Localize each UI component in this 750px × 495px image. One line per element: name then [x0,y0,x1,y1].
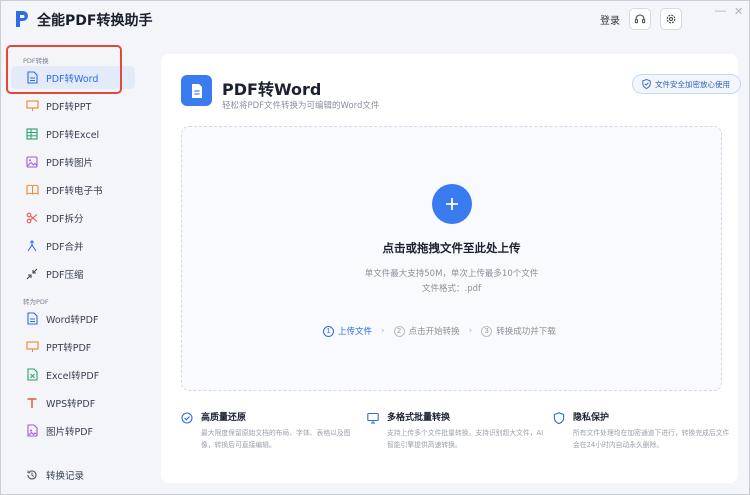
shield-icon [642,79,651,89]
sidebar-item-excel-to-pdf[interactable]: Excel转PDF [11,363,135,386]
security-badge-label: 文件安全加密放心使用 [655,79,730,89]
excel-icon [25,368,39,382]
sidebar-item-label: WPS转PDF [46,398,96,410]
sidebar-item-label: PDF转电子书 [46,185,103,197]
gear-icon [666,14,676,24]
step-convert: 2 点击开始转换 [393,325,460,337]
page-title: PDF转Word [222,80,322,99]
page-subtitle: 轻松将PDF文件转换为可编辑的Word文件 [222,101,380,111]
drop-zone-limit-text: 单文件最大支持50M，单次上传最多10个文件 [364,269,539,279]
feature-title: 隐私保护 [573,413,610,423]
step-number: 2 [393,325,405,337]
title-bar: 全能PDF转换助手 登录 — ✕ [1,1,749,37]
sidebar-item-label: PDF转PPT [46,101,92,113]
step-number: 1 [323,325,334,337]
app-title: 全能PDF转换助手 [37,13,153,29]
sidebar-item-pdf-merge[interactable]: PDF合并 [11,234,135,257]
sidebar-item-label: PPT转PDF [46,342,92,354]
headset-icon [634,14,646,24]
sidebar-item-label: 转换记录 [46,470,85,482]
feature-description: 最大限度保留原始文档的布局、字体、表格以及图像，转换后可直接编辑。 [201,429,351,449]
sidebar-item-pdf-to-ppt[interactable]: PDF转PPT [11,94,135,117]
sidebar-item-label: Word转PDF [46,314,99,326]
step-label: 点击开始转换 [408,327,460,337]
feature-title: 高质量还原 [201,413,247,423]
ppt-icon [25,340,39,354]
book-icon [25,183,39,197]
sidebar-item-pdf-to-excel[interactable]: PDF转Excel [11,122,135,145]
step-label: 上传文件 [338,327,373,337]
feature-list: 高质量还原 最大限度保留原始文档的布局、字体、表格以及图像，转换后可直接编辑。 … [181,410,729,470]
sidebar-item-history[interactable]: 转换记录 [11,463,135,486]
feature-description: 所有文件处理均在加密通道下进行，转换完成后文件会在24小时内自动永久删除。 [573,429,730,449]
sidebar-item-pdf-to-image[interactable]: PDF转图片 [11,150,135,173]
step-number: 3 [481,325,493,337]
image-icon [25,155,39,169]
sidebar-item-ppt-to-pdf[interactable]: PPT转PDF [11,335,135,358]
close-icon[interactable]: ✕ [734,5,743,18]
sidebar-item-label: PDF拆分 [46,213,84,225]
step-label: 转换成功并下载 [496,327,556,337]
app-window: 全能PDF转换助手 登录 — ✕ PDF转换 PDF转Word PDF转PPT … [0,0,750,495]
support-button[interactable] [629,8,651,30]
sidebar-item-label: 图片转PDF [46,426,94,438]
sidebar: PDF转换 PDF转Word PDF转PPT PDF转Excel PDF转图片 [1,37,151,495]
image-pdf-icon [25,424,39,438]
history-icon [25,468,39,482]
section-label-to-pdf: 转为PDF [23,298,49,306]
main-panel: PDF转Word 轻松将PDF文件转换为可编辑的Word文件 文件安全加密放心使… [161,54,741,483]
compress-icon [25,267,39,281]
check-circle-icon [181,412,193,424]
sidebar-item-label: Excel转PDF [46,370,100,382]
sidebar-item-pdf-split[interactable]: PDF拆分 [11,206,135,229]
settings-button[interactable] [660,8,682,30]
feature-title: 多格式批量转换 [387,413,451,423]
sidebar-item-pdf-to-ebook[interactable]: PDF转电子书 [11,178,135,201]
sheet-icon [25,127,39,141]
feature-description: 支持上传多个文件批量转换，支持识别超大文件，AI智能引擎提供高速转换。 [387,429,544,449]
wps-icon [25,396,39,410]
plus-icon [446,198,458,210]
step-upload: 1 上传文件 [323,325,372,337]
file-icon [181,75,212,106]
security-badge: 文件安全加密放心使用 [632,74,741,94]
sidebar-item-label: PDF压缩 [46,269,84,281]
word-icon [25,312,39,326]
sidebar-item-label: PDF转Excel [46,129,100,141]
file-drop-zone[interactable]: 点击或拖拽文件至此处上传 单文件最大支持50M，单次上传最多10个文件 文件格式… [181,126,722,391]
chevron-right-icon: › [381,326,385,336]
login-button[interactable]: 登录 [600,12,620,27]
shield-icon [553,412,565,424]
sidebar-item-pdf-compress[interactable]: PDF压缩 [11,262,135,285]
minimize-icon[interactable]: — [715,5,726,17]
sidebar-item-word-to-pdf[interactable]: Word转PDF [11,307,135,330]
sidebar-item-label: PDF合并 [46,241,84,253]
step-download: 3 转换成功并下载 [481,325,556,337]
chevron-right-icon: › [468,326,473,336]
drop-zone-format-text: 文件格式：.pdf [422,284,481,294]
scissors-icon [25,211,39,225]
monitor-icon [367,412,379,424]
drop-zone-title: 点击或拖拽文件至此处上传 [382,241,521,255]
app-logo-icon [16,11,28,27]
upload-button[interactable] [432,184,472,224]
step-indicator: 1 上传文件 › 2 点击开始转换 › 3 转换成功并下载 [323,325,556,337]
sidebar-item-label: PDF转图片 [46,157,94,169]
sidebar-item-image-to-pdf[interactable]: 图片转PDF [11,419,135,442]
highlight-annotation-box [6,45,122,94]
sidebar-item-wps-to-pdf[interactable]: WPS转PDF [11,391,135,414]
merge-icon [25,239,39,253]
presentation-icon [25,99,39,113]
